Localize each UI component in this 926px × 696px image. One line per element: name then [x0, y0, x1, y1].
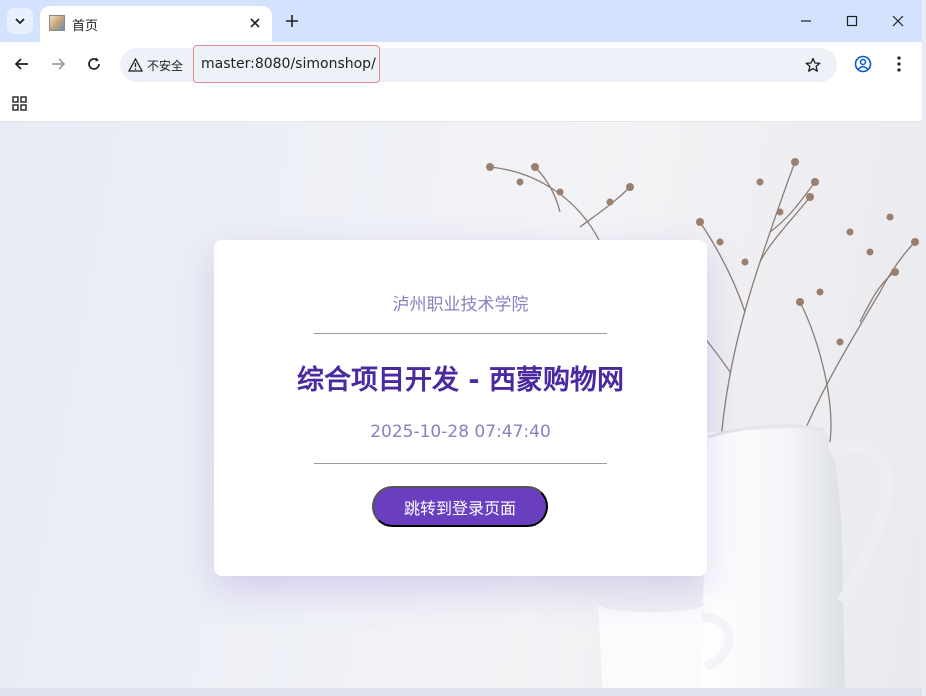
tab-close-button[interactable] — [246, 14, 264, 32]
url-field[interactable]: master:8080/simonshop/ — [193, 45, 380, 83]
forward-button[interactable] — [47, 53, 69, 75]
window-close-button[interactable] — [886, 10, 910, 32]
back-button[interactable] — [11, 53, 33, 75]
forward-arrow-icon — [52, 58, 66, 70]
bookmarks-bar — [0, 86, 922, 122]
maximize-button[interactable] — [840, 10, 864, 32]
reload-icon — [88, 57, 100, 70]
tab-search-button[interactable] — [7, 8, 33, 34]
back-arrow-icon — [14, 58, 28, 70]
plus-icon — [286, 15, 298, 27]
minimize-button[interactable] — [794, 10, 818, 32]
url-text: master:8080/simonshop/ — [201, 56, 376, 72]
menu-button[interactable] — [888, 53, 910, 75]
divider-top — [314, 333, 607, 334]
school-name: 泸州职业技术学院 — [392, 295, 529, 315]
profile-icon — [854, 55, 872, 73]
reload-button[interactable] — [83, 53, 105, 75]
new-tab-button[interactable] — [282, 11, 302, 31]
browser-toolbar: 不安全 master:8080/simonshop/ — [0, 42, 922, 86]
security-label: 不安全 — [147, 58, 184, 73]
star-icon — [805, 57, 821, 72]
goto-login-button[interactable]: 跳转到登录页面 — [372, 486, 548, 527]
close-icon — [250, 18, 260, 28]
desktop-edge — [922, 0, 926, 696]
security-chip[interactable]: 不安全 — [128, 54, 183, 76]
more-vert-icon — [897, 56, 901, 72]
current-datetime: 2025-10-28 07:47:40 — [370, 422, 551, 442]
page-favicon-icon — [49, 15, 65, 31]
page-title: 综合项目开发 - 西蒙购物网 — [296, 365, 624, 396]
tab-title: 首页 — [72, 19, 99, 34]
divider-bottom — [314, 463, 607, 464]
chevron-down-icon — [15, 18, 25, 25]
browser-window: 首页 不安全 master:8080/simonshop/ 泸州职业技术学院 综… — [0, 0, 922, 696]
welcome-card: 泸州职业技术学院 综合项目开发 - 西蒙购物网 2025-10-28 07:47… — [214, 240, 707, 576]
tab-strip: 首页 — [0, 0, 922, 42]
maximize-icon — [846, 15, 858, 27]
page-viewport: 泸州职业技术学院 综合项目开发 - 西蒙购物网 2025-10-28 07:47… — [0, 122, 922, 696]
apps-grid-icon[interactable] — [11, 95, 29, 113]
profile-button[interactable] — [852, 53, 874, 75]
bookmark-star-button[interactable] — [803, 55, 823, 75]
tab-home[interactable]: 首页 — [40, 6, 272, 42]
minimize-icon — [801, 20, 811, 22]
warning-icon — [128, 58, 143, 72]
address-bar[interactable]: 不安全 master:8080/simonshop/ — [120, 45, 837, 83]
window-close-icon — [892, 15, 904, 27]
